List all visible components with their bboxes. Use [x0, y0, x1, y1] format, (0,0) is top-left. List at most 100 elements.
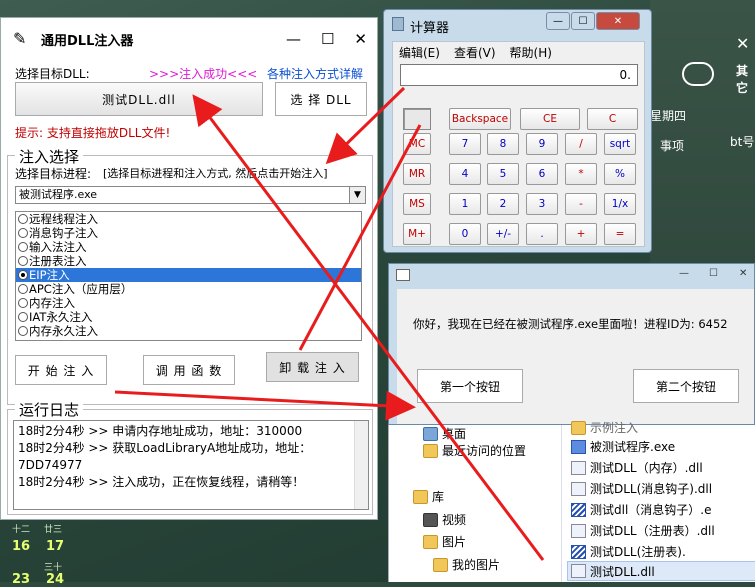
method-option[interactable]: 输入法注入 [16, 240, 361, 254]
first-button[interactable]: 第一个按钮 [417, 369, 523, 403]
process-combobox[interactable]: 被测试程序.exe ▼ [15, 186, 366, 204]
file-item[interactable]: 测试DLL（注册表）.dll [571, 522, 715, 539]
calc-key[interactable]: MC [403, 133, 431, 155]
radio-icon[interactable] [18, 242, 28, 252]
radio-icon[interactable] [18, 298, 28, 308]
log-line: 18时2分4秒 >> 获取LoadLibraryA地址成功，地址： [18, 441, 312, 455]
call-function-button[interactable]: 调 用 函 数 [143, 355, 235, 385]
window-title: 通用DLL注入器 [41, 33, 134, 49]
method-option[interactable]: 消息钩子注入 [16, 226, 361, 240]
file-item[interactable]: 测试DLL（内存）.dll [571, 459, 703, 476]
radio-icon[interactable] [18, 214, 28, 224]
calc-key[interactable]: 5 [487, 163, 519, 185]
radio-icon[interactable] [18, 256, 28, 266]
nav-my-pictures[interactable]: 我的图片 [433, 556, 500, 573]
calc-key[interactable]: . [526, 223, 558, 245]
syringe-icon: ✎ [13, 29, 27, 48]
nav-libraries[interactable]: 库 [413, 488, 444, 505]
calc-key[interactable]: / [565, 133, 597, 155]
method-option[interactable]: EIP注入 [16, 268, 361, 282]
log-scrollbar[interactable] [354, 421, 368, 509]
second-button[interactable]: 第二个按钮 [633, 369, 739, 403]
menu-help[interactable]: 帮助(H) [510, 44, 552, 61]
calc-key[interactable]: % [604, 163, 636, 185]
calc-key[interactable]: 8 [487, 133, 519, 155]
calc-key[interactable]: 3 [526, 193, 558, 215]
nav-videos[interactable]: 视频 [423, 511, 466, 528]
calc-key[interactable]: 1/x [604, 193, 636, 215]
dll-icon [571, 460, 586, 475]
calc-key[interactable]: MS [403, 193, 431, 215]
chevron-down-icon[interactable]: ▼ [349, 187, 365, 203]
menu-edit[interactable]: 编辑(E) [399, 44, 440, 61]
folder-icon [433, 557, 448, 572]
clear-button[interactable]: C [587, 108, 638, 130]
nav-desktop[interactable]: 桌面 [423, 425, 466, 442]
file-item[interactable]: 示例注入 [571, 419, 638, 436]
file-item[interactable]: 测试DLL(消息钩子).dll [571, 480, 712, 497]
method-option[interactable]: 内存永久注入 [16, 324, 361, 338]
select-dll-label: 选择目标DLL: [15, 67, 90, 81]
calc-key[interactable]: 2 [487, 193, 519, 215]
calc-key[interactable]: M+ [403, 223, 431, 245]
menu-view[interactable]: 查看(V) [454, 44, 496, 61]
nav-pictures[interactable]: 图片 [423, 533, 466, 550]
method-option[interactable]: 注册表注入 [16, 254, 361, 268]
radio-icon[interactable] [18, 270, 28, 280]
minimize-icon[interactable]: — [286, 30, 301, 48]
minimize-icon[interactable]: — [679, 268, 689, 279]
calc-key[interactable]: * [565, 163, 597, 185]
unload-inject-button[interactable]: 卸 载 注 入 [266, 352, 359, 382]
file-item[interactable]: 测试dll（消息钩子）.e [571, 501, 711, 518]
log-box[interactable]: 18时2分4秒 >> 申请内存地址成功，地址：310000 18时2分4秒 >> … [13, 420, 369, 510]
radio-icon[interactable] [18, 312, 28, 322]
method-option[interactable]: 远程线程注入 [16, 212, 361, 226]
calc-key[interactable]: 1 [449, 193, 481, 215]
file-item[interactable]: 被测试程序.exe [571, 438, 675, 455]
calc-key[interactable]: + [565, 223, 597, 245]
close-icon[interactable]: ✕ [736, 34, 749, 53]
method-option[interactable]: APC注入（应用层） [16, 282, 361, 296]
calendar-small-label: 廿三 [44, 525, 63, 535]
start-inject-button[interactable]: 开 始 注 入 [15, 355, 107, 385]
calc-key[interactable]: 4 [449, 163, 481, 185]
close-icon[interactable]: ✕ [354, 30, 367, 48]
calendar-day: 23 [12, 572, 31, 587]
method-option[interactable]: IAT永久注入 [16, 310, 361, 324]
message-box-window: — ☐ ✕ 你好，我现在已经在被测试程序.exe里面啦！进程ID为: 6452 … [388, 263, 755, 425]
calc-key[interactable]: = [604, 223, 636, 245]
minimize-icon[interactable]: — [546, 12, 570, 30]
calculator-icon [392, 17, 404, 31]
methods-link[interactable]: 各种注入方式详解 [267, 65, 363, 82]
process-value: 被测试程序.exe [19, 188, 98, 201]
maximize-icon[interactable]: ☐ [709, 268, 718, 279]
calculator-display: 0. [400, 64, 638, 86]
radio-icon[interactable] [18, 228, 28, 238]
widget-text-weekday: 星期四 [650, 109, 687, 123]
cloud-icon [682, 62, 714, 86]
calc-key[interactable]: 6 [526, 163, 558, 185]
calc-key[interactable]: sqrt [604, 133, 636, 155]
calc-key[interactable]: - [565, 193, 597, 215]
maximize-icon[interactable]: ☐ [321, 30, 334, 48]
maximize-icon[interactable]: ☐ [571, 12, 595, 30]
radio-icon[interactable] [18, 284, 28, 294]
ce-button[interactable]: CE [520, 108, 580, 130]
file-item-selected[interactable]: 测试DLL.dll [567, 561, 755, 581]
file-item[interactable]: 测试DLL(注册表). [571, 543, 686, 560]
close-icon[interactable]: ✕ [739, 268, 747, 279]
calc-key[interactable]: 7 [449, 133, 481, 155]
calc-key[interactable]: 9 [526, 133, 558, 155]
method-list[interactable]: 远程线程注入 消息钩子注入 输入法注入 注册表注入 EIP注入 APC注入（应用层） 内存注… [15, 211, 362, 341]
method-option[interactable]: 内存注入 [16, 296, 361, 310]
radio-icon[interactable] [18, 326, 28, 336]
calc-key[interactable]: MR [403, 163, 431, 185]
choose-dll-button[interactable]: 选 择 DLL [275, 82, 367, 116]
calc-key[interactable]: +/- [487, 223, 519, 245]
backspace-button[interactable]: Backspace [449, 108, 511, 130]
message-body: 你好，我现在已经在被测试程序.exe里面啦！进程ID为: 6452 第一个按钮 … [397, 289, 754, 424]
nav-recent[interactable]: 最近访问的位置 [423, 442, 526, 459]
calc-key[interactable]: 0 [449, 223, 481, 245]
dll-path-button[interactable]: 测试DLL.dll [15, 82, 263, 116]
close-icon[interactable]: ✕ [596, 12, 640, 30]
